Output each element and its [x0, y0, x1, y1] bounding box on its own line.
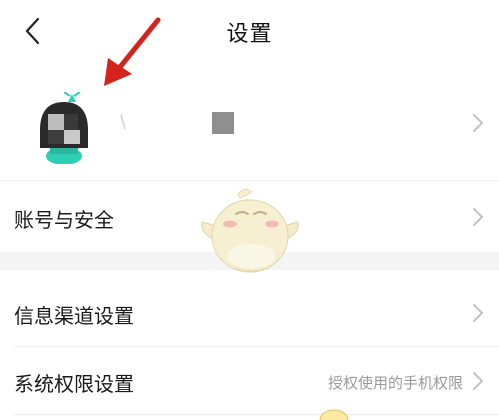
- page-title: 设置: [226, 22, 273, 47]
- divider: [14, 346, 499, 347]
- chevron-right-icon: [471, 302, 485, 324]
- header-bar: 设置: [0, 0, 499, 62]
- settings-item-system-permissions[interactable]: 系统权限设置 授权使用的手机权限: [0, 350, 499, 412]
- chevron-right-icon: [471, 112, 485, 134]
- red-arrow-icon: [104, 17, 161, 86]
- divider: [14, 414, 499, 415]
- settings-item-value: 授权使用的手机权限: [327, 374, 463, 392]
- settings-item-info-channel[interactable]: 信息渠道设置: [0, 282, 499, 344]
- avatar: [40, 92, 88, 164]
- profile-row[interactable]: [0, 82, 499, 176]
- settings-item-label: 账号与安全: [14, 208, 114, 232]
- settings-item-label: 系统权限设置: [14, 372, 134, 396]
- name-fragment: [120, 114, 126, 130]
- settings-screen: 设置 账号与安全 信息渠道设置 系统权限设置 授权使用的手机权限: [0, 0, 499, 420]
- settings-item-label: 信息渠道设置: [14, 304, 134, 328]
- mascot-watermark: [201, 188, 299, 273]
- profile-badge: [212, 112, 234, 134]
- chevron-right-icon: [471, 370, 485, 392]
- divider: [0, 180, 499, 181]
- mascot-partial: [319, 409, 349, 420]
- chevron-right-icon: [471, 206, 485, 228]
